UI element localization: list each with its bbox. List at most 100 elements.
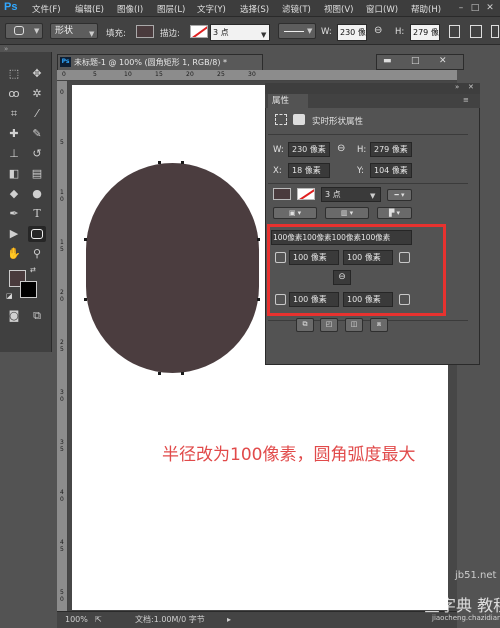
status-menu-icon[interactable]: ▸ (227, 612, 231, 628)
prop-stroke-type-select[interactable]: ━ ▾ (387, 189, 412, 201)
hand-tool-icon[interactable]: ✋ (5, 246, 23, 262)
zoom-level[interactable]: 100% (65, 612, 88, 628)
menu-filter[interactable]: 滤镜(T) (282, 3, 311, 15)
shape-properties-icon[interactable] (275, 114, 287, 125)
rounded-rectangle-tool-icon[interactable] (28, 226, 46, 242)
tool-preset-picker[interactable]: ▼ (5, 23, 43, 39)
panel-menu-icon[interactable]: ≡ (463, 96, 469, 104)
pen-tool-icon[interactable]: ✒ (5, 206, 23, 222)
prop-y-field[interactable]: 104 像素 (370, 163, 412, 178)
menu-select[interactable]: 选择(S) (240, 3, 269, 15)
anchor-point[interactable] (84, 298, 87, 301)
move-tool-icon[interactable]: ✥ (28, 66, 46, 82)
photoshop-logo: Ps (4, 1, 18, 13)
menu-window[interactable]: 窗口(W) (366, 3, 398, 15)
ruler-label: 0 (60, 396, 64, 403)
brush-tool-icon[interactable]: ✎ (28, 126, 46, 142)
crop-tool-icon[interactable]: ⌗ (5, 106, 23, 122)
close-icon[interactable]: ✕ (483, 2, 497, 14)
blur-tool-icon[interactable]: ◆ (5, 186, 23, 202)
menu-view[interactable]: 视图(V) (324, 3, 353, 15)
export-icon[interactable]: ⇱ (95, 612, 102, 628)
anchor-point[interactable] (84, 238, 87, 241)
zoom-tool-icon[interactable]: ⚲ (28, 246, 46, 262)
menu-file[interactable]: 文件(F) (32, 3, 61, 15)
link-icon[interactable]: ⊖ (374, 25, 382, 36)
panel-collapse-icon[interactable]: » (4, 45, 8, 53)
default-colors-icon[interactable]: ◪ (6, 292, 13, 300)
document-window-controls: ▬ □ ✕ (376, 54, 464, 70)
combine-shapes-icon[interactable]: ⧉ (296, 318, 314, 332)
history-brush-tool-icon[interactable]: ↺ (28, 146, 46, 162)
prop-stroke-swatch[interactable] (297, 188, 315, 200)
stroke-join-select[interactable]: ▛ ▾ (377, 207, 412, 219)
gradient-tool-icon[interactable]: ▤ (28, 166, 46, 182)
path-selection-tool-icon[interactable]: ▶ (5, 226, 23, 242)
background-color-swatch[interactable] (20, 281, 37, 298)
prop-height-field[interactable]: 279 像素 (370, 142, 412, 157)
exclude-shapes-icon[interactable]: ⧈ (370, 318, 388, 332)
quick-mask-icon[interactable]: ◙ (5, 308, 23, 324)
chevron-down-icon: ▼ (370, 192, 376, 200)
stroke-align-select[interactable]: ▣ ▾ (273, 207, 317, 219)
eyedropper-tool-icon[interactable]: ⁄ (28, 106, 46, 122)
fill-swatch[interactable] (136, 25, 154, 38)
watermark-site: jb51.net (455, 570, 497, 581)
prop-width-field[interactable]: 230 像素 (288, 142, 330, 157)
shape-mode-label: 形状 (55, 26, 74, 36)
lasso-tool-icon[interactable]: ꝏ (5, 86, 23, 102)
collapse-icon[interactable]: ▬ (383, 56, 392, 66)
prop-width-label: W: (273, 145, 284, 155)
prop-x-field[interactable]: 18 像素 (288, 163, 330, 178)
screen-mode-icon[interactable]: ⧉ (28, 308, 46, 324)
rounded-rectangle-shape[interactable] (86, 163, 259, 373)
panel-close-icon[interactable]: ✕ (468, 83, 474, 91)
anchor-point[interactable] (257, 238, 260, 241)
mask-properties-icon[interactable] (293, 114, 305, 125)
anchor-point[interactable] (181, 161, 184, 164)
ruler-label: 5 (60, 546, 64, 553)
menu-help[interactable]: 帮助(H) (411, 3, 441, 15)
menu-type[interactable]: 文字(Y) (197, 3, 226, 15)
path-alignment-icon[interactable] (470, 25, 482, 38)
eraser-tool-icon[interactable]: ◧ (5, 166, 23, 182)
swap-colors-icon[interactable]: ⇄ (30, 266, 36, 274)
magic-wand-tool-icon[interactable]: ✲ (28, 86, 46, 102)
anchor-point[interactable] (158, 161, 161, 164)
prop-x-label: X: (273, 166, 282, 176)
stroke-swatch[interactable] (190, 25, 208, 38)
anchor-point[interactable] (257, 298, 260, 301)
height-field[interactable]: 279 像 (410, 24, 440, 41)
path-operations-icon[interactable] (449, 25, 460, 38)
type-tool-icon[interactable]: T (28, 206, 46, 222)
menu-layer[interactable]: 图层(L) (157, 3, 185, 15)
stroke-label: 描边: (160, 29, 180, 39)
maximize-icon[interactable]: □ (468, 2, 482, 14)
dodge-tool-icon[interactable]: ● (28, 186, 46, 202)
prop-stroke-size-field[interactable]: 3 点 ▼ (321, 187, 381, 202)
healing-brush-tool-icon[interactable]: ✚ (5, 126, 23, 142)
marquee-tool-icon[interactable]: ⬚ (5, 66, 23, 82)
intersect-shapes-icon[interactable]: ◫ (345, 318, 363, 332)
subtract-shape-icon[interactable]: ◰ (320, 318, 338, 332)
anchor-point[interactable] (181, 372, 184, 375)
close-document-icon[interactable]: ✕ (439, 56, 447, 66)
shape-mode-select[interactable]: 形状 ▼ (50, 23, 98, 39)
panel-collapse-icon[interactable]: » (455, 83, 459, 91)
menu-edit[interactable]: 编辑(E) (75, 3, 104, 15)
link-icon[interactable]: ⊖ (337, 143, 345, 154)
ruler-label: 4 (60, 539, 64, 546)
restore-icon[interactable]: □ (411, 56, 420, 66)
path-arrange-icon[interactable] (491, 25, 499, 38)
menu-image[interactable]: 图像(I) (117, 3, 143, 15)
clone-stamp-tool-icon[interactable]: ⊥ (5, 146, 23, 162)
stroke-size-field[interactable]: 3 点 ▼ (210, 24, 270, 41)
document-tab[interactable]: 未标题-1 @ 100% (圆角矩形 1, RGB/8) * (57, 54, 263, 70)
width-field[interactable]: 230 像 (337, 24, 367, 41)
tab-properties[interactable]: 属性 (268, 94, 308, 108)
minimize-icon[interactable]: – (454, 2, 468, 14)
anchor-point[interactable] (158, 372, 161, 375)
stroke-type-select[interactable]: ▼ (278, 23, 316, 39)
stroke-cap-select[interactable]: ▥ ▾ (325, 207, 369, 219)
prop-fill-swatch[interactable] (273, 188, 291, 200)
